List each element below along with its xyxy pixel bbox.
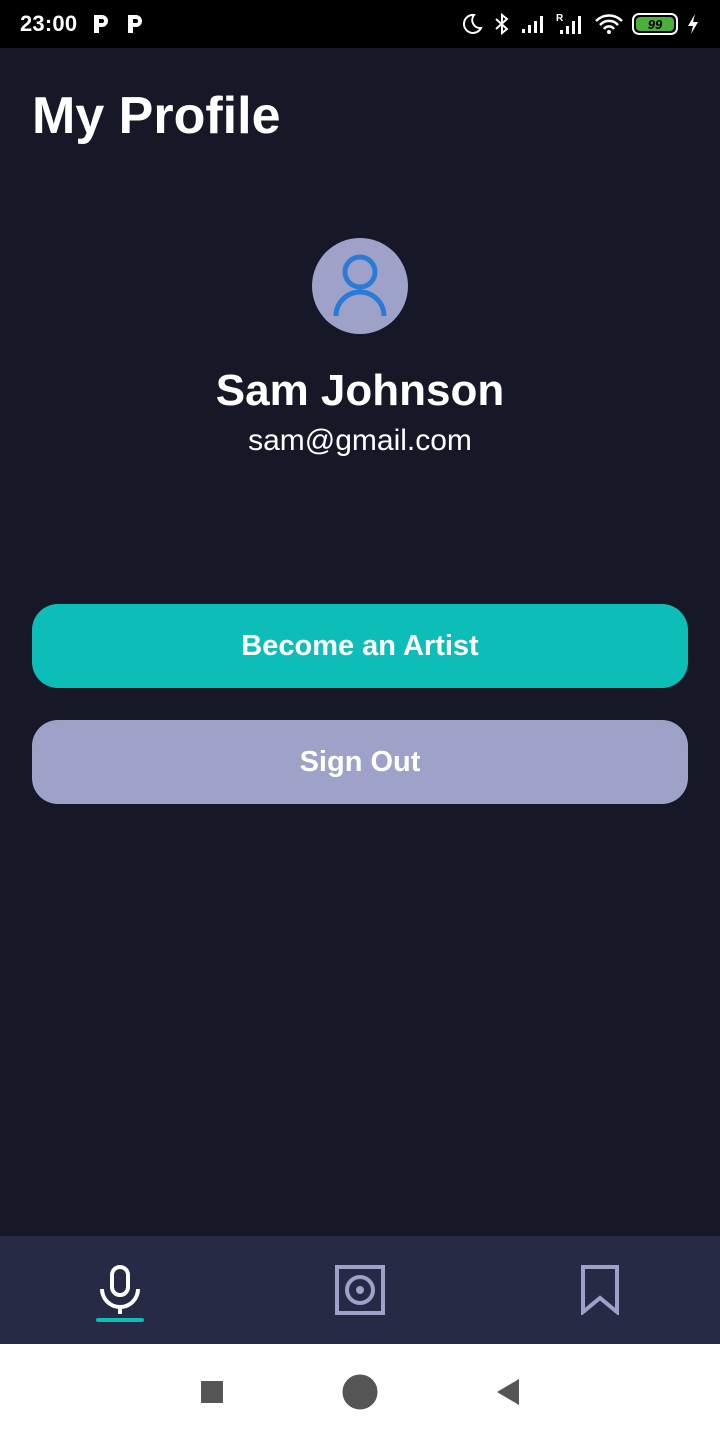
recents-button[interactable]	[188, 1368, 236, 1416]
speaker-icon	[335, 1265, 385, 1315]
bookmark-icon	[581, 1265, 619, 1315]
back-triangle-icon	[497, 1379, 519, 1405]
become-artist-button[interactable]: Become an Artist	[32, 604, 688, 688]
bluetooth-icon	[495, 12, 509, 36]
svg-text:R: R	[556, 13, 564, 24]
moon-icon	[462, 13, 483, 34]
charging-icon	[688, 14, 698, 34]
system-nav	[0, 1344, 720, 1440]
bottom-nav	[0, 1236, 720, 1344]
recents-square-icon	[201, 1381, 223, 1403]
wifi-icon	[595, 14, 623, 34]
nav-item-microphone[interactable]	[60, 1236, 180, 1344]
avatar	[312, 238, 408, 334]
user-name: Sam Johnson	[215, 366, 505, 415]
microphone-icon	[100, 1265, 140, 1314]
signal-icon	[522, 16, 543, 33]
home-circle-icon	[342, 1374, 378, 1410]
user-icon	[333, 254, 387, 317]
page-title: My Profile	[32, 87, 281, 145]
user-email: sam@gmail.com	[248, 424, 472, 457]
status-time: 23:00	[20, 11, 78, 36]
battery-icon: 99	[632, 13, 678, 35]
status-bar: 23:00 R 99	[0, 0, 720, 48]
signal-roaming-icon: R	[556, 13, 581, 34]
p-app-icon	[94, 15, 109, 33]
back-button[interactable]	[484, 1368, 532, 1416]
sign-out-button[interactable]: Sign Out	[32, 720, 688, 804]
battery-level: 99	[647, 16, 663, 32]
home-button[interactable]	[336, 1368, 384, 1416]
status-left: 23:00	[20, 11, 145, 37]
nav-item-bookmark[interactable]	[540, 1236, 660, 1344]
active-tab-indicator	[96, 1318, 144, 1322]
status-right: R 99	[460, 12, 700, 36]
nav-item-speaker[interactable]	[300, 1236, 420, 1344]
p-app-icon	[128, 15, 143, 33]
